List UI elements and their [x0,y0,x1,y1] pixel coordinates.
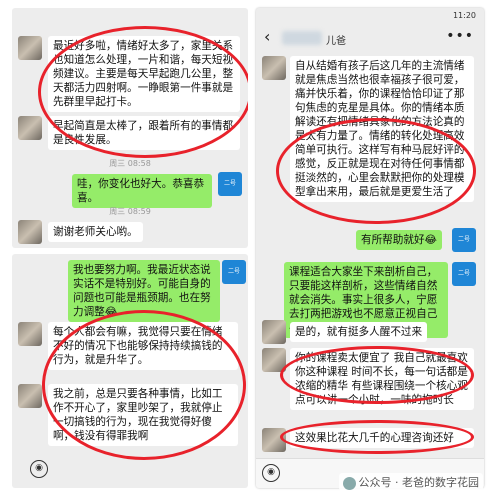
chat-header: ‹ 儿爸 ••• [256,24,484,52]
my-avatar[interactable]: 二号 [222,260,246,284]
timestamp: 周三 08:58 [109,159,151,168]
avatar[interactable] [262,428,286,452]
status-bar: 11:20 [256,8,484,24]
timestamp: 周三 08:59 [109,207,151,216]
avatar[interactable] [18,322,42,346]
chat-message: 早起简直是太棒了，跟着所有的事情都是良性发展。 [48,116,240,150]
avatar[interactable] [18,116,42,140]
avatar[interactable] [262,348,286,372]
back-icon[interactable]: ‹ [264,27,270,46]
more-icon[interactable]: ••• [446,28,474,44]
status-time: 11:20 [452,11,476,20]
chat-message: 你的课程卖太便宜了 我自己就最喜欢你这种课程 时间不长，每一句话都是浓缩的精华 … [290,348,474,410]
avatar[interactable] [262,320,286,344]
chat-message: 谢谢老师关心哟。 [48,222,143,242]
my-avatar[interactable]: 二号 [452,262,476,286]
watermark-text: 公众号 · 老爸的数字花园 [358,476,480,489]
chat-panel-3: 11:20 ‹ 儿爸 ••• 自从结婚有孩子后这几年的主流情绪就是焦虑当然也很幸… [256,8,484,488]
contact-name-blurred [282,31,322,45]
avatar[interactable] [18,220,42,244]
chat-message: 这效果比花大几千的心理咨询还好 [290,428,474,448]
chat-panel-1: 最近好多啦，情绪好太多了，家里关系也知道怎么处理，一片和谐，每天短视频建议。主要… [12,8,248,248]
my-avatar[interactable]: 二号 [218,172,242,196]
chat-message: 我之前，总是只要各种事情，比如工作不开心了，家里吵架了，我就停止一切搞钱的行为，… [48,384,238,446]
chat-reply: 有所帮助就好😂 [356,230,442,250]
voice-icon[interactable]: ◉ [30,460,48,478]
avatar[interactable] [18,36,42,60]
voice-icon[interactable]: ◉ [262,464,280,482]
avatar[interactable] [262,56,286,80]
chat-message: 自从结婚有孩子后这几年的主流情绪就是焦虑当然也很幸福孩子很可爱，痛并快乐着，你的… [290,56,474,202]
contact-name: 儿爸 [326,36,346,47]
my-avatar[interactable]: 二号 [452,228,476,252]
avatar[interactable] [18,384,42,408]
wechat-official-account-icon [342,476,356,490]
chat-message: 是的，就有挺多人醒不过来 [290,322,428,342]
chat-reply: 哇，你变化也好大。恭喜恭喜。 [72,174,212,208]
watermark: 公众号 · 老爸的数字花园 [338,473,483,491]
chat-message: 每个人都会有嘛，我觉得只要在情绪不好的情况下也能够保持持续搞钱的行为，就是升华了… [48,322,238,370]
chat-panel-2: 我也要努力啊。我最近状态说实话不是特别好。可能自身的问题也可能是瓶颈期。也在努力… [12,254,248,488]
chat-message: 最近好多啦，情绪好太多了，家里关系也知道怎么处理，一片和谐，每天短视频建议。主要… [48,36,240,112]
chat-reply: 我也要努力啊。我最近状态说实话不是特别好。可能自身的问题也可能是瓶颈期。也在努力… [68,260,220,322]
